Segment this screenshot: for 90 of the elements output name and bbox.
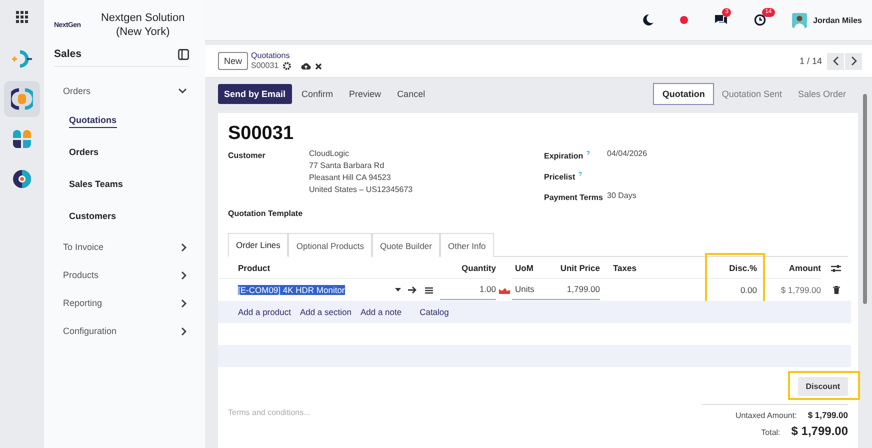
new-button[interactable]: New <box>218 52 248 70</box>
tab[interactable]: Order Lines <box>228 233 288 257</box>
address-line: Pleasant Hill CA 94523 <box>309 173 392 183</box>
chevron-right-icon <box>181 242 187 252</box>
column-settings-icon[interactable] <box>831 264 841 272</box>
column-header[interactable]: Unit Price <box>545 257 600 279</box>
record-name: S00031 <box>251 61 279 71</box>
add-line-link[interactable]: Add a product <box>238 307 291 317</box>
column-header[interactable]: Amount <box>765 257 821 279</box>
pager-counter: 1 / 14 <box>799 56 822 66</box>
cloud-upload-icon[interactable] <box>300 62 311 70</box>
field-label: Payment Terms <box>544 193 603 202</box>
coin-icon <box>11 88 33 110</box>
column-header[interactable]: Product <box>218 257 440 279</box>
column-header[interactable]: UoM <box>512 257 545 279</box>
total-label: Untaxed Amount: <box>735 411 797 420</box>
total-label: Total: <box>761 428 780 437</box>
user-name[interactable]: Jordan Miles <box>813 16 862 24</box>
avatar-icon[interactable] <box>792 12 808 28</box>
product-field[interactable]: [E-COM09] 4K HDR Monitor <box>238 285 345 295</box>
field-value[interactable]: 30 Days <box>607 191 636 202</box>
record-title: S00031 <box>227 122 295 146</box>
uom-field[interactable]: Units <box>512 279 545 300</box>
column-header[interactable]: Quantity <box>405 257 496 279</box>
trash-icon[interactable] <box>832 286 840 294</box>
apps-menu-icon[interactable] <box>16 11 28 23</box>
breadcrumb-link[interactable]: Quotations <box>251 51 322 61</box>
menu-icon[interactable] <box>425 286 433 294</box>
menu-item[interactable]: Products <box>44 261 205 289</box>
menu-item[interactable]: Orders <box>44 77 205 105</box>
menu-item[interactable]: Reporting <box>44 289 205 317</box>
plus-minus-icon <box>11 49 33 69</box>
field-label: Quotation Template <box>228 208 303 218</box>
amount-cell-text: $ 1,799.00 <box>780 284 821 297</box>
status-dot[interactable] <box>680 16 688 24</box>
company-name: Nextgen Solution (New York) <box>100 11 186 39</box>
next-button[interactable] <box>845 52 862 70</box>
action-button[interactable]: Preview <box>343 84 388 104</box>
chevron-right-icon <box>181 298 187 308</box>
column-header[interactable]: Taxes <box>600 257 705 279</box>
submenu-item[interactable]: Quotations <box>69 114 116 128</box>
stage-step[interactable]: Sales Order <box>790 83 854 105</box>
column-header[interactable]: Disc.% <box>705 257 765 279</box>
field-value[interactable]: 04/04/2026 <box>607 149 648 160</box>
menu-item[interactable]: Configuration <box>44 317 205 345</box>
chevron-right-icon <box>181 326 187 336</box>
submenu-item[interactable]: Orders <box>69 147 99 159</box>
chevron-down-icon <box>178 88 187 94</box>
discount-button[interactable]: Discount <box>798 377 848 396</box>
sidebar-toggle-icon[interactable] <box>178 48 189 60</box>
field-label: Customer <box>228 150 266 162</box>
arrow-right-icon[interactable] <box>408 286 417 294</box>
settings-icon[interactable] <box>282 62 291 70</box>
area-chart-icon[interactable] <box>498 286 510 294</box>
address-line: United States – US12345673 <box>309 185 413 195</box>
address-line: 77 Santa Barbara Rd <box>309 161 386 171</box>
clock-icon[interactable] <box>754 14 766 26</box>
discount-cell[interactable]: 0.00 <box>705 279 765 301</box>
submenu-item[interactable]: Sales Teams <box>69 179 123 191</box>
action-button[interactable]: Cancel <box>391 84 432 104</box>
tab[interactable]: Quote Builder <box>372 233 440 257</box>
chevron-right-icon <box>850 56 856 66</box>
chevron-right-icon <box>181 270 187 280</box>
previous-button[interactable] <box>827 52 844 70</box>
action-button[interactable]: Send by Email <box>218 84 292 104</box>
total-value: $ 1,799.00 <box>808 410 848 420</box>
field-label: Pricelist <box>544 172 576 182</box>
tab[interactable]: Optional Products <box>288 233 372 257</box>
add-line-link[interactable]: Add a note <box>360 307 402 317</box>
quantity-field[interactable]: 1.00 <box>440 279 496 300</box>
add-line-link[interactable]: Catalog <box>420 307 449 317</box>
chevron-left-icon <box>832 56 838 66</box>
submenu-item[interactable]: Customers <box>69 211 116 223</box>
customer-link[interactable]: CloudLogic <box>309 149 413 159</box>
stage-step[interactable]: Quotation Sent <box>714 83 790 105</box>
add-line-link[interactable]: Add a section <box>300 307 352 317</box>
chat-icon[interactable] <box>714 14 728 26</box>
app-shortcut[interactable] <box>4 81 40 117</box>
tab[interactable]: Other Info <box>440 233 494 257</box>
field-label: Expiration <box>544 152 584 161</box>
moon-icon[interactable] <box>642 14 654 26</box>
blocks-icon <box>12 129 32 149</box>
discard-icon[interactable] <box>314 62 322 70</box>
stage-step[interactable]: Quotation <box>653 83 714 105</box>
action-button[interactable]: Confirm <box>296 84 340 104</box>
unit-price-field[interactable]: 1,799.00 <box>545 279 600 300</box>
dropdown-caret-icon[interactable] <box>395 288 401 292</box>
menu-item[interactable]: To Invoice <box>44 233 205 261</box>
app-title: Sales <box>54 48 82 60</box>
total-value: $ 1,799.00 <box>791 424 848 438</box>
